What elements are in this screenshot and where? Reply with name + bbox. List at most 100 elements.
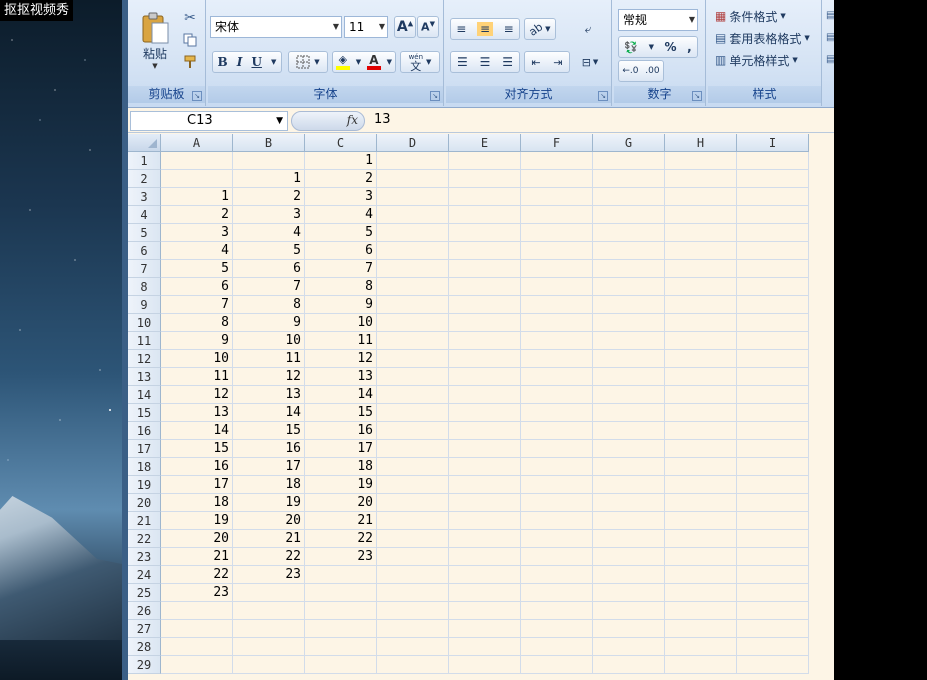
cell-C16[interactable]: 16 [305,422,377,440]
delete-cells-icon[interactable]: ▤ [826,32,834,43]
cell-F28[interactable] [521,638,593,656]
cell-I17[interactable] [737,440,809,458]
cell-G23[interactable] [593,548,665,566]
cell-E13[interactable] [449,368,521,386]
cell-A19[interactable]: 17 [161,476,233,494]
conditional-format-button[interactable]: ▦ 条件格式 ▼ [710,6,818,26]
cell-C17[interactable]: 17 [305,440,377,458]
cell-A8[interactable]: 6 [161,278,233,296]
cell-G2[interactable] [593,170,665,188]
cell-A21[interactable]: 19 [161,512,233,530]
cell-E17[interactable] [449,440,521,458]
cell-E6[interactable] [449,242,521,260]
cell-I28[interactable] [737,638,809,656]
fill-color-button[interactable]: ◈ [335,54,350,70]
cell-D2[interactable] [377,170,449,188]
cell-H1[interactable] [665,152,737,170]
percent-button[interactable]: % [665,40,677,54]
cell-I19[interactable] [737,476,809,494]
cut-button[interactable]: ✂ [180,8,200,28]
row-header[interactable]: 9 [128,296,161,314]
row-header[interactable]: 5 [128,224,161,242]
cell-F13[interactable] [521,368,593,386]
cell-A25[interactable]: 23 [161,584,233,602]
cell-I8[interactable] [737,278,809,296]
cell-G29[interactable] [593,656,665,674]
cell-E21[interactable] [449,512,521,530]
cell-G8[interactable] [593,278,665,296]
cell-C11[interactable]: 11 [305,332,377,350]
wrap-text-button[interactable]: ⤶ [576,18,600,40]
cell-A29[interactable] [161,656,233,674]
cell-B6[interactable]: 5 [233,242,305,260]
cell-F29[interactable] [521,656,593,674]
cell-E3[interactable] [449,188,521,206]
cell-E4[interactable] [449,206,521,224]
italic-button[interactable]: I [237,55,243,69]
cell-G25[interactable] [593,584,665,602]
cell-C24[interactable] [305,566,377,584]
cell-style-button[interactable]: ▥ 单元格样式 ▼ [710,50,818,70]
cell-H21[interactable] [665,512,737,530]
cell-C9[interactable]: 9 [305,296,377,314]
cell-A22[interactable]: 20 [161,530,233,548]
cell-H2[interactable] [665,170,737,188]
column-header[interactable]: A [161,134,233,152]
borders-button[interactable]: ▼ [288,51,328,73]
cell-C7[interactable]: 7 [305,260,377,278]
cell-I3[interactable] [737,188,809,206]
align-left-icon[interactable]: ☰ [457,55,468,69]
cell-A4[interactable]: 2 [161,206,233,224]
cell-B7[interactable]: 6 [233,260,305,278]
bold-button[interactable]: B [218,55,228,69]
cell-D29[interactable] [377,656,449,674]
cell-B4[interactable]: 3 [233,206,305,224]
row-header[interactable]: 25 [128,584,161,602]
cell-F18[interactable] [521,458,593,476]
cell-D21[interactable] [377,512,449,530]
cell-E19[interactable] [449,476,521,494]
cell-A28[interactable] [161,638,233,656]
cell-H16[interactable] [665,422,737,440]
cell-D19[interactable] [377,476,449,494]
cell-C4[interactable]: 4 [305,206,377,224]
cell-E28[interactable] [449,638,521,656]
cell-B9[interactable]: 8 [233,296,305,314]
cell-F27[interactable] [521,620,593,638]
align-middle-icon[interactable]: ≡ [476,22,494,36]
cell-F16[interactable] [521,422,593,440]
cell-E15[interactable] [449,404,521,422]
cell-D28[interactable] [377,638,449,656]
cell-B23[interactable]: 22 [233,548,305,566]
cell-E18[interactable] [449,458,521,476]
increase-indent-icon[interactable]: ⇥ [553,56,562,69]
cell-C6[interactable]: 6 [305,242,377,260]
cell-F19[interactable] [521,476,593,494]
cell-I9[interactable] [737,296,809,314]
currency-icon[interactable]: 💱 [624,41,638,54]
merge-center-button[interactable]: ⊟ ▼ [574,51,606,73]
cell-G19[interactable] [593,476,665,494]
cell-F12[interactable] [521,350,593,368]
row-header[interactable]: 15 [128,404,161,422]
shrink-font-button[interactable]: A▼ [417,16,439,38]
cell-H11[interactable] [665,332,737,350]
align-top-icon[interactable]: ≡ [456,22,466,36]
name-box[interactable]: C13 ▼ [130,111,288,131]
cell-E27[interactable] [449,620,521,638]
number-format-select[interactable]: 常规 ▼ [618,9,698,31]
cell-I11[interactable] [737,332,809,350]
cell-G17[interactable] [593,440,665,458]
cell-F20[interactable] [521,494,593,512]
cell-G18[interactable] [593,458,665,476]
cell-I16[interactable] [737,422,809,440]
row-header[interactable]: 26 [128,602,161,620]
cell-B3[interactable]: 2 [233,188,305,206]
cell-G13[interactable] [593,368,665,386]
cell-H6[interactable] [665,242,737,260]
row-header[interactable]: 27 [128,620,161,638]
cell-B29[interactable] [233,656,305,674]
grow-font-button[interactable]: A▲ [394,16,416,38]
cell-D11[interactable] [377,332,449,350]
cell-E11[interactable] [449,332,521,350]
